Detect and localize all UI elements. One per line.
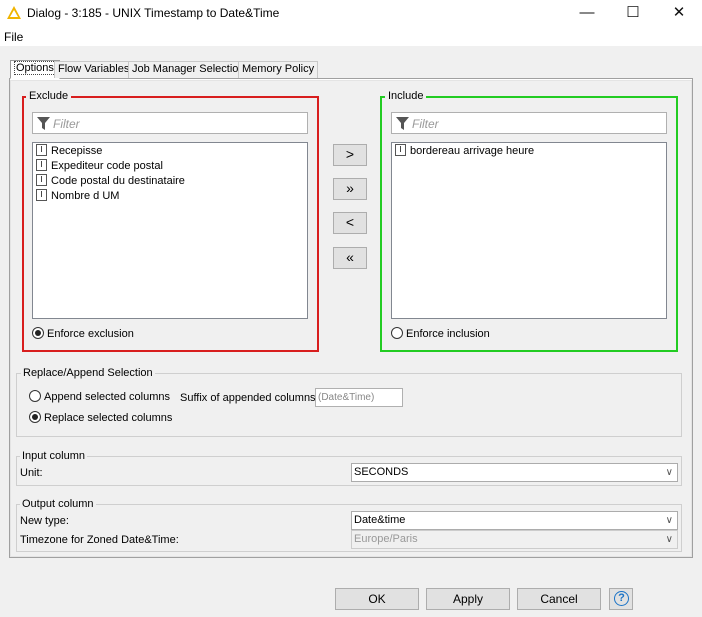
help-button[interactable]: ? bbox=[609, 588, 633, 610]
append-columns-radio[interactable]: Append selected columns bbox=[29, 390, 170, 403]
radio-checked-icon bbox=[32, 327, 44, 340]
help-icon: ? bbox=[614, 591, 629, 606]
string-type-icon: I bbox=[36, 159, 47, 172]
tab-options[interactable]: Options bbox=[10, 60, 60, 79]
ok-button[interactable]: OK bbox=[335, 588, 419, 610]
filter-icon bbox=[37, 117, 50, 130]
menu-bar: File bbox=[0, 26, 702, 46]
cancel-button[interactable]: Cancel bbox=[517, 588, 601, 610]
replace-append-legend: Replace/Append Selection bbox=[21, 367, 155, 379]
exclude-filter-input[interactable]: Filter bbox=[32, 112, 308, 134]
add-button[interactable]: > bbox=[333, 144, 367, 166]
maximize-button[interactable]: ☐ bbox=[610, 0, 656, 26]
suffix-input[interactable]: (Date&Time) bbox=[315, 388, 403, 407]
radio-checked-icon bbox=[29, 411, 41, 424]
add-all-button[interactable]: » bbox=[333, 178, 367, 200]
new-type-value: Date&time bbox=[354, 514, 406, 526]
window-title: Dialog - 3:185 - UNIX Timestamp to Date&… bbox=[27, 6, 280, 20]
unit-label: Unit: bbox=[20, 467, 43, 479]
exclude-list[interactable]: I Recepisse I Expediteur code postal I Code… bbox=[32, 142, 308, 319]
close-button[interactable]: ✕ bbox=[656, 0, 702, 26]
chevron-down-icon: ∨ bbox=[665, 515, 673, 526]
include-filter-placeholder: Filter bbox=[412, 117, 439, 131]
remove-all-button[interactable]: « bbox=[333, 247, 367, 269]
unit-select[interactable]: SECONDS ∨ bbox=[351, 463, 678, 482]
tab-job-manager-selection[interactable]: Job Manager Selection bbox=[128, 61, 249, 78]
exclude-filter-placeholder: Filter bbox=[53, 117, 80, 131]
output-column-legend: Output column bbox=[20, 498, 96, 510]
tab-options-label: Options bbox=[14, 61, 56, 75]
include-filter-input[interactable]: Filter bbox=[391, 112, 667, 134]
list-item[interactable]: Ibordereau arrivage heure bbox=[395, 144, 534, 159]
include-legend: Include bbox=[385, 90, 427, 102]
string-type-icon: I bbox=[36, 144, 47, 157]
suffix-label: Suffix of appended columns: bbox=[180, 392, 319, 404]
string-type-icon: I bbox=[36, 189, 47, 202]
replace-columns-radio[interactable]: Replace selected columns bbox=[29, 411, 172, 424]
list-item[interactable]: I Code postal du destinataire bbox=[36, 174, 185, 189]
chevron-down-icon: ∨ bbox=[665, 534, 673, 545]
tab-flow-variables[interactable]: Flow Variables bbox=[54, 61, 134, 78]
timezone-select[interactable]: Europe/Paris ∨ bbox=[351, 530, 678, 549]
string-type-icon: I bbox=[36, 174, 47, 187]
radio-unchecked-icon bbox=[29, 390, 41, 403]
knime-warning-icon bbox=[7, 6, 21, 19]
tab-memory-policy[interactable]: Memory Policy bbox=[238, 61, 319, 78]
radio-unchecked-icon bbox=[391, 327, 403, 340]
menu-file[interactable]: File bbox=[4, 30, 23, 44]
filter-icon bbox=[396, 117, 409, 130]
title-bar: Dialog - 3:185 - UNIX Timestamp to Date&… bbox=[0, 0, 702, 26]
unit-value: SECONDS bbox=[354, 466, 409, 478]
enforce-inclusion-radio[interactable]: Enforce inclusion bbox=[391, 327, 490, 340]
remove-button[interactable]: < bbox=[333, 212, 367, 234]
input-column-legend: Input column bbox=[20, 450, 87, 462]
string-type-icon: I bbox=[395, 144, 406, 157]
apply-button[interactable]: Apply bbox=[426, 588, 510, 610]
exclude-legend: Exclude bbox=[26, 90, 72, 102]
new-type-label: New type: bbox=[20, 515, 69, 527]
enforce-exclusion-radio[interactable]: Enforce exclusion bbox=[32, 327, 134, 340]
include-list[interactable]: Ibordereau arrivage heure bbox=[391, 142, 667, 319]
new-type-select[interactable]: Date&time ∨ bbox=[351, 511, 678, 530]
timezone-label: Timezone for Zoned Date&Time: bbox=[20, 534, 179, 546]
list-item[interactable]: I Recepisse bbox=[36, 144, 102, 159]
list-item[interactable]: I Expediteur code postal bbox=[36, 159, 163, 174]
minimize-button[interactable]: — bbox=[564, 0, 610, 26]
chevron-down-icon: ∨ bbox=[665, 467, 673, 478]
timezone-value: Europe/Paris bbox=[354, 533, 418, 545]
list-item[interactable]: I Nombre d UM bbox=[36, 189, 119, 204]
